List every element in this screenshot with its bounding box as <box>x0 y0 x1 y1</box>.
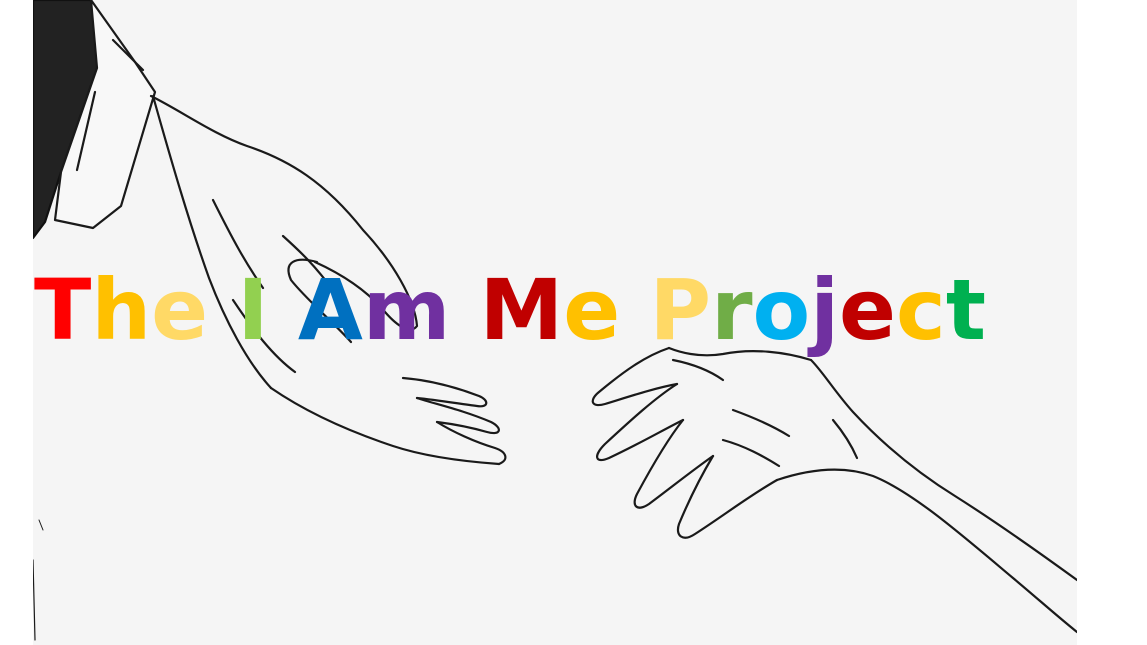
title-letter: o <box>752 261 811 359</box>
title-letter: e <box>839 261 897 359</box>
title-letter: r <box>711 261 753 359</box>
title-space <box>620 268 649 352</box>
title-letter: t <box>945 261 986 359</box>
title-letter: e <box>151 261 209 359</box>
title-letter: A <box>297 261 363 359</box>
page: The I Am Me Project <box>0 0 1147 645</box>
title-letter: m <box>362 261 451 359</box>
title-space <box>450 268 479 352</box>
project-title: The I Am Me Project <box>34 268 986 352</box>
title-letter: T <box>34 261 92 359</box>
title-space <box>208 268 237 352</box>
title-letter: j <box>810 261 840 359</box>
title-letter: P <box>649 261 712 359</box>
title-letter: M <box>479 261 564 359</box>
title-letter: I <box>237 261 269 359</box>
title-letter: c <box>896 261 946 359</box>
title-space <box>269 268 298 352</box>
title-letter: h <box>91 261 152 359</box>
title-letter: e <box>563 261 621 359</box>
